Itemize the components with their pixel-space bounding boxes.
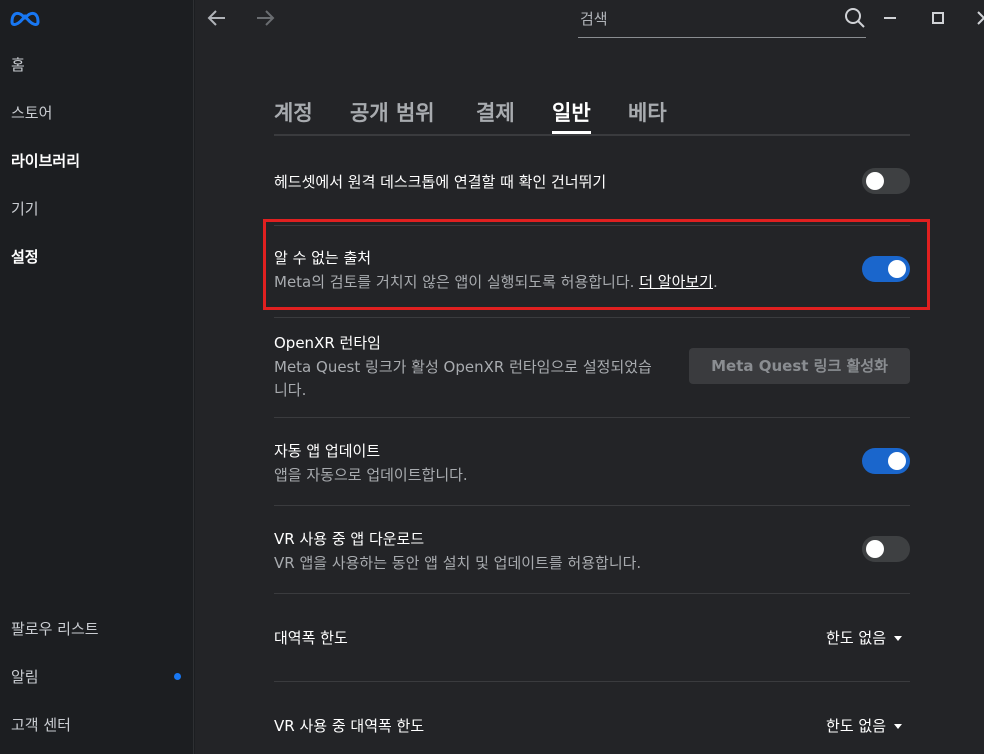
- unknown-sources-toggle[interactable]: [862, 256, 910, 282]
- setting-bandwidth-limit: 대역폭 한도 한도 없음: [274, 594, 910, 682]
- tab-account[interactable]: 계정: [274, 96, 313, 134]
- maximize-icon[interactable]: [928, 8, 948, 28]
- minimize-icon[interactable]: [880, 8, 900, 28]
- sidebar-item-follow-list[interactable]: 팔로우 리스트: [11, 617, 99, 641]
- setting-skip-remote-desktop: 헤드셋에서 원격 데스크톱에 연결할 때 확인 건너뛰기: [274, 138, 910, 226]
- activate-meta-quest-link-button[interactable]: Meta Quest 링크 활성화: [689, 348, 910, 384]
- chevron-down-icon: [894, 636, 902, 641]
- vr-download-toggle[interactable]: [862, 536, 910, 562]
- setting-description-line2: 니다.: [274, 381, 307, 399]
- sidebar: 홈 스토어 라이브러리 기기 설정 팔로우 리스트 알림 고객 센터: [0, 0, 194, 754]
- desc-suffix: .: [712, 273, 718, 291]
- topbar: [195, 0, 984, 40]
- skip-remote-desktop-toggle[interactable]: [862, 168, 910, 194]
- setting-unknown-sources: 알 수 없는 출처 Meta의 검토를 거치지 않은 앱이 실행되도록 허용합니…: [274, 226, 910, 318]
- close-icon[interactable]: [974, 8, 984, 28]
- setting-title: 헤드셋에서 원격 데스크톱에 연결할 때 확인 건너뛰기: [274, 173, 607, 191]
- dropdown-value: 한도 없음: [826, 717, 886, 735]
- tab-beta[interactable]: 베타: [628, 96, 667, 134]
- tab-payment[interactable]: 결제: [476, 96, 515, 134]
- setting-title: VR 사용 중 앱 다운로드: [274, 530, 425, 548]
- setting-title: OpenXR 런타임: [274, 334, 381, 352]
- setting-description: Meta Quest 링크가 활성 OpenXR 런타임으로 설정되었습: [274, 358, 652, 376]
- bandwidth-limit-dropdown[interactable]: 한도 없음: [826, 627, 902, 648]
- settings-tabs: 계정 공개 범위 결제 일반 베타: [274, 96, 910, 136]
- sidebar-item-help-center[interactable]: 고객 센터: [11, 713, 71, 737]
- setting-title: 알 수 없는 출처: [274, 249, 372, 267]
- sidebar-item-home[interactable]: 홈: [11, 53, 25, 77]
- notification-dot: [174, 673, 181, 680]
- search-input[interactable]: [578, 4, 828, 34]
- search-icon[interactable]: [844, 7, 866, 29]
- setting-vr-bandwidth-limit: VR 사용 중 대역폭 한도 한도 없음: [274, 682, 910, 754]
- setting-title: 대역폭 한도: [274, 629, 348, 647]
- tab-general[interactable]: 일반: [552, 96, 591, 134]
- sidebar-item-store[interactable]: 스토어: [11, 101, 52, 125]
- search-bar: [578, 4, 866, 38]
- setting-description: Meta의 검토를 거치지 않은 앱이 실행되도록 허용합니다. 더 알아보기.: [274, 271, 718, 292]
- desc-text: Meta의 검토를 거치지 않은 앱이 실행되도록 허용합니다.: [274, 273, 640, 291]
- sidebar-item-notifications[interactable]: 알림: [11, 665, 39, 689]
- vr-bandwidth-limit-dropdown[interactable]: 한도 없음: [826, 715, 902, 736]
- meta-logo-icon[interactable]: [9, 7, 41, 27]
- auto-update-toggle[interactable]: [862, 448, 910, 474]
- back-arrow-icon[interactable]: [205, 6, 229, 30]
- setting-openxr-runtime: OpenXR 런타임 Meta Quest 링크가 활성 OpenXR 런타임으…: [274, 318, 910, 418]
- setting-description: 앱을 자동으로 업데이트합니다.: [274, 466, 468, 484]
- sidebar-item-settings[interactable]: 설정: [11, 245, 39, 269]
- setting-vr-download: VR 사용 중 앱 다운로드 VR 앱을 사용하는 동안 앱 설치 및 업데이트…: [274, 506, 910, 594]
- dropdown-value: 한도 없음: [826, 629, 886, 647]
- forward-arrow-icon[interactable]: [253, 6, 277, 30]
- setting-description: VR 앱을 사용하는 동안 앱 설치 및 업데이트를 허용합니다.: [274, 554, 642, 572]
- tab-privacy[interactable]: 공개 범위: [350, 96, 435, 134]
- chevron-down-icon: [894, 724, 902, 729]
- learn-more-link[interactable]: 더 알아보기: [639, 273, 713, 291]
- main-content: 계정 공개 범위 결제 일반 베타 헤드셋에서 원격 데스크톱에 연결할 때 확…: [195, 0, 984, 754]
- setting-title: VR 사용 중 대역폭 한도: [274, 717, 425, 735]
- setting-title: 자동 앱 업데이트: [274, 442, 381, 460]
- sidebar-item-devices[interactable]: 기기: [11, 197, 39, 221]
- setting-auto-update: 자동 앱 업데이트 앱을 자동으로 업데이트합니다.: [274, 418, 910, 506]
- sidebar-item-library[interactable]: 라이브러리: [11, 149, 80, 173]
